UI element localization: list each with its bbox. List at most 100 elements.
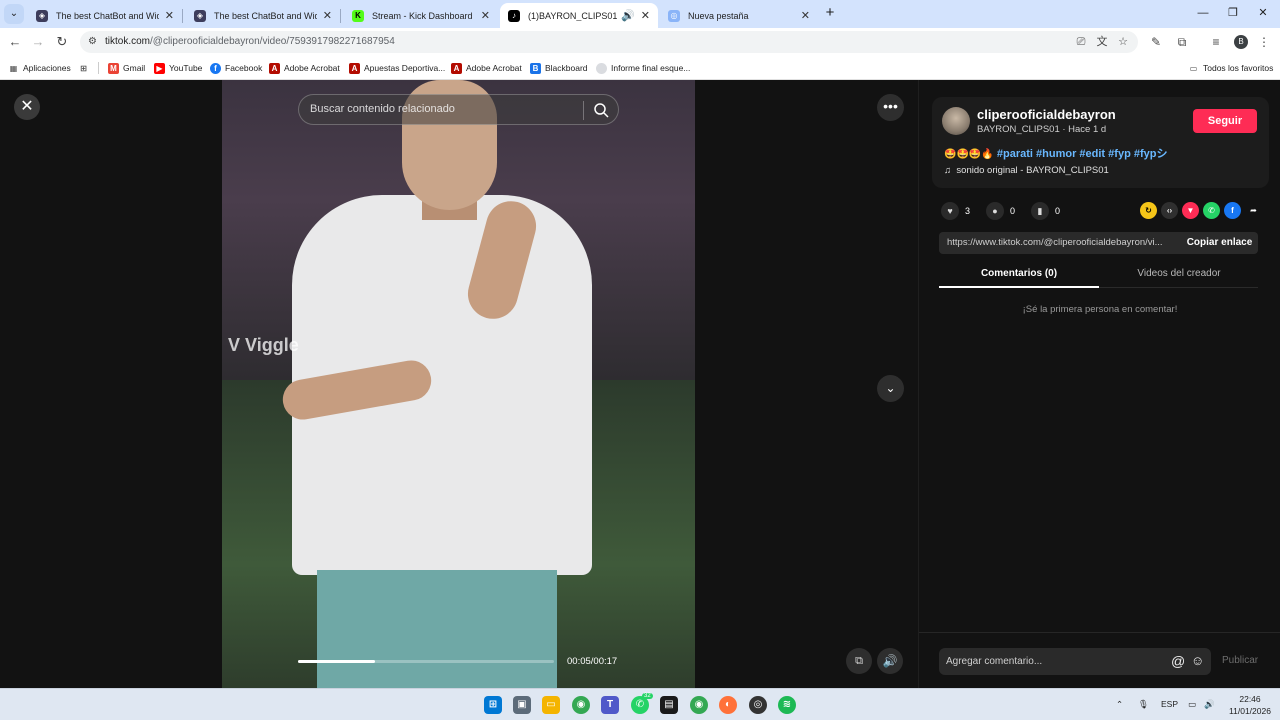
- close-tab-icon[interactable]: ✕: [641, 9, 650, 22]
- globe-icon: [596, 62, 607, 74]
- gmail-icon: M: [108, 62, 119, 74]
- close-window-icon[interactable]: ✕: [1248, 4, 1278, 22]
- embed-icon[interactable]: ‹›: [1161, 202, 1178, 219]
- share-link[interactable]: https://www.tiktok.com/@cliperooficialde…: [947, 237, 1175, 248]
- hashtag[interactable]: #parati: [997, 148, 1033, 160]
- system-clock[interactable]: 22:46 11/01/2026: [1224, 693, 1276, 717]
- all-bookmarks[interactable]: ▭ Todos los favoritos: [1188, 61, 1274, 75]
- bookmark-apps[interactable]: ▦ Aplicaciones: [8, 61, 71, 75]
- bookmark-blackboard[interactable]: B Blackboard: [530, 61, 588, 75]
- bookmark-star-icon[interactable]: ☆: [1116, 35, 1130, 49]
- browser-tab-active[interactable]: ♪ (1)BAYRON_CLIPS01 (@clip 🔊 ✕: [500, 3, 658, 28]
- restore-icon[interactable]: ❐: [1218, 4, 1248, 22]
- acrobat-icon: A: [451, 62, 462, 74]
- translate-icon[interactable]: 文: [1095, 35, 1109, 49]
- bookmark-acrobat-1[interactable]: A Adobe Acrobat: [269, 61, 340, 75]
- reload-icon[interactable]: ↻: [53, 33, 71, 51]
- teams-icon[interactable]: T: [601, 696, 619, 714]
- browser-tab-3[interactable]: K Stream - Kick Dashboard ✕: [344, 3, 498, 28]
- install-icon[interactable]: ⎚: [1074, 35, 1088, 49]
- publish-button[interactable]: Publicar: [1222, 655, 1258, 666]
- bookmark-apuestas[interactable]: A Apuestas Deportiva...: [349, 61, 445, 75]
- author-username[interactable]: cliperooficialdebayron: [977, 107, 1116, 122]
- tab-creator-videos[interactable]: Videos del creador: [1099, 268, 1259, 279]
- related-search-input[interactable]: Buscar contenido relacionado: [298, 94, 619, 125]
- browser-tab-5[interactable]: ◎ Nueva pestaña ✕: [660, 3, 818, 28]
- close-tab-icon[interactable]: ✕: [481, 9, 490, 22]
- browser-tab-1[interactable]: ◈ The best ChatBot and Widgets ✕: [28, 3, 183, 28]
- minimize-icon[interactable]: —: [1188, 4, 1218, 22]
- comment-input[interactable]: Agregar comentario... @ ☺: [939, 648, 1211, 675]
- file-explorer-icon[interactable]: ▭: [542, 696, 560, 714]
- music-line[interactable]: ♫ sonido original - BAYRON_CLIPS01: [944, 165, 1109, 176]
- close-tab-icon[interactable]: ✕: [323, 9, 332, 22]
- send-icon[interactable]: ▼: [1182, 202, 1199, 219]
- windows-start-icon[interactable]: ⊞: [484, 696, 502, 714]
- bookmark-youtube[interactable]: ▶ YouTube: [154, 61, 202, 75]
- forward-icon[interactable]: →: [29, 33, 47, 51]
- whatsapp-icon[interactable]: ✆: [1203, 202, 1220, 219]
- address-bar[interactable]: ⚙ tiktok.com/@cliperooficialdebayron/vid…: [80, 31, 1138, 53]
- bookmark-label: Adobe Acrobat: [284, 63, 340, 73]
- tab-comments[interactable]: Comentarios (0): [939, 268, 1099, 279]
- chrome-icon[interactable]: ◉: [690, 696, 708, 714]
- menu-icon[interactable]: ⋮: [1256, 34, 1272, 50]
- avatar[interactable]: [942, 107, 970, 135]
- tab-search-button[interactable]: ⌄: [4, 4, 24, 24]
- hashtag[interactable]: #fypシ: [1134, 148, 1168, 160]
- follow-button[interactable]: Seguir: [1193, 109, 1257, 133]
- repost-icon[interactable]: ↻: [1140, 202, 1157, 219]
- back-icon[interactable]: ←: [6, 33, 24, 51]
- search-icon[interactable]: [592, 101, 610, 119]
- media-control-icon[interactable]: ≡: [1208, 34, 1224, 50]
- obs-icon[interactable]: ◎: [749, 696, 767, 714]
- pen-icon[interactable]: ✎: [1148, 34, 1164, 50]
- bookmark-grid[interactable]: ⊞: [78, 61, 93, 75]
- language-indicator[interactable]: ESP: [1161, 699, 1178, 709]
- copy-link-button[interactable]: Copiar enlace: [1181, 232, 1258, 254]
- next-video-button[interactable]: ⌄: [877, 375, 904, 402]
- comment-stat[interactable]: ● 0: [986, 202, 1015, 220]
- like-count: 3: [965, 206, 971, 216]
- app-icon[interactable]: ▤: [660, 696, 678, 714]
- floating-player-button[interactable]: ⧉: [846, 648, 872, 674]
- volume-button[interactable]: 🔊: [877, 648, 903, 674]
- extensions-icon[interactable]: ⧉: [1174, 34, 1190, 50]
- profile-avatar[interactable]: B: [1234, 35, 1248, 49]
- bookmark-acrobat-2[interactable]: A Adobe Acrobat: [451, 61, 522, 75]
- more-options-button[interactable]: •••: [877, 94, 904, 121]
- firefox-icon[interactable]: ◐: [719, 696, 737, 714]
- hashtag[interactable]: #edit: [1079, 148, 1105, 160]
- video-progress-bar[interactable]: [298, 660, 554, 663]
- mention-icon[interactable]: @: [1171, 653, 1185, 669]
- clock-time: 22:46: [1239, 694, 1261, 704]
- volume-icon[interactable]: 🔊: [1204, 699, 1215, 710]
- facebook-icon[interactable]: f: [1224, 202, 1241, 219]
- shield-icon: ◈: [36, 9, 48, 22]
- network-icon[interactable]: ▭: [1188, 699, 1196, 710]
- tray-expand-icon[interactable]: ⌃: [1116, 699, 1123, 710]
- browser-tab-2[interactable]: ◈ The best ChatBot and Widgets ✕: [186, 3, 341, 28]
- microphone-icon[interactable]: 🎙: [1138, 699, 1149, 710]
- new-tab-button[interactable]: +: [822, 5, 838, 21]
- heart-icon: ♥: [941, 202, 959, 220]
- like-stat[interactable]: ♥ 3: [941, 202, 970, 220]
- bookmark-facebook[interactable]: f Facebook: [210, 61, 262, 75]
- emoji-icon[interactable]: ☺: [1191, 653, 1204, 669]
- engagement-stats: ♥ 3 ● 0 ▮ 0: [941, 202, 1076, 220]
- share-arrow-icon[interactable]: ➦: [1245, 202, 1262, 219]
- speaker-icon[interactable]: 🔊: [621, 9, 635, 22]
- save-stat[interactable]: ▮ 0: [1031, 202, 1060, 220]
- video-player[interactable]: V Viggle: [222, 80, 695, 688]
- hashtag[interactable]: #humor: [1036, 148, 1076, 160]
- store-icon[interactable]: ▣: [513, 696, 531, 714]
- site-info-icon[interactable]: ⚙: [88, 36, 100, 48]
- bookmark-gmail[interactable]: M Gmail: [108, 61, 145, 75]
- close-tab-icon[interactable]: ✕: [801, 9, 810, 22]
- bookmark-informe[interactable]: Informe final esque...: [596, 61, 690, 75]
- spotify-icon[interactable]: ≋: [778, 696, 796, 714]
- close-video-button[interactable]: ✕: [14, 94, 40, 120]
- close-tab-icon[interactable]: ✕: [165, 9, 174, 22]
- chrome-icon[interactable]: ◉: [572, 696, 590, 714]
- hashtag[interactable]: #fyp: [1108, 148, 1131, 160]
